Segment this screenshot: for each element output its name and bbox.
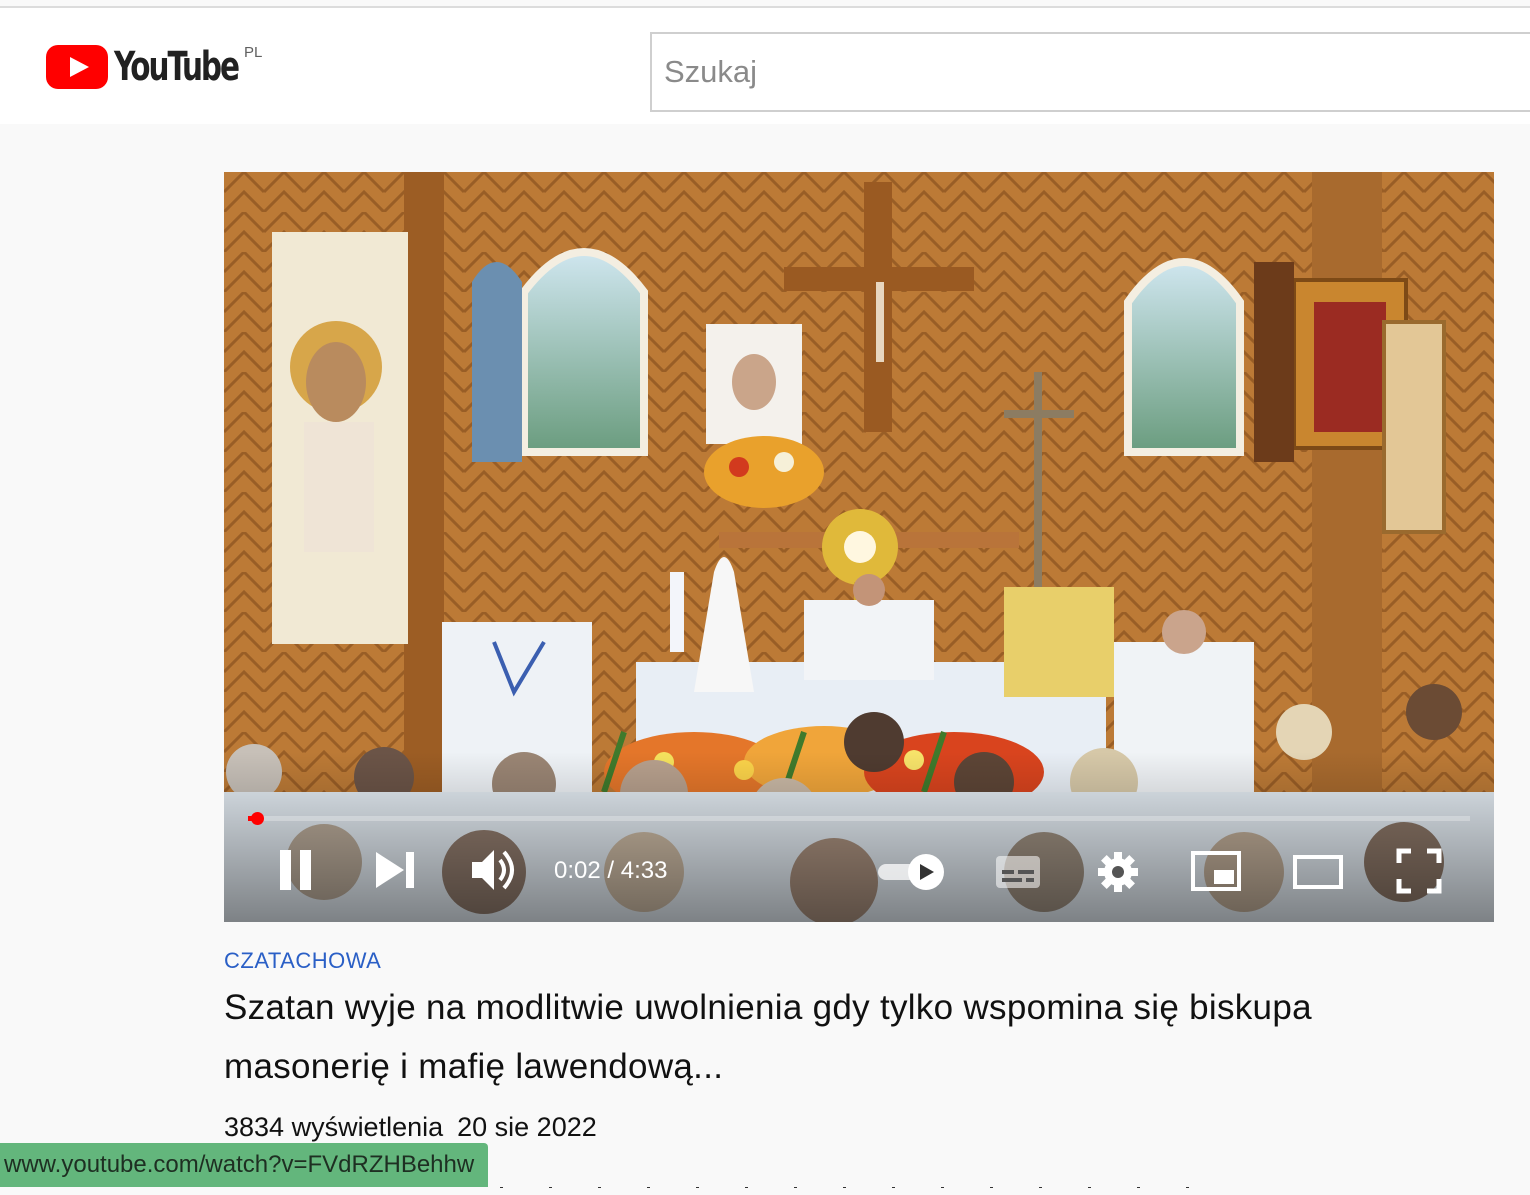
status-bar-url: www.youtube.com/watch?v=FVdRZHBehhw (0, 1143, 489, 1187)
next-button[interactable] (374, 850, 418, 890)
subtitles-icon (996, 856, 1040, 888)
settings-button[interactable] (1096, 850, 1140, 894)
fullscreen-icon (1396, 848, 1442, 894)
next-icon (376, 852, 414, 888)
autoplay-toggle-icon (878, 854, 944, 890)
video-meta: 3834 wyświetlenia 20 sie 2022 (224, 1112, 597, 1143)
search-input[interactable] (652, 34, 1530, 110)
fullscreen-button[interactable] (1396, 848, 1442, 894)
video-title: Szatan wyje na modlitwie uwolnienia gdy … (224, 988, 1312, 1086)
progress-scrubber[interactable] (250, 812, 264, 825)
masthead: YouTube PL (0, 8, 1530, 124)
window-top-edge (0, 0, 1530, 8)
description-row-cut-off (500, 1180, 1400, 1188)
youtube-play-icon (46, 45, 108, 89)
pause-button[interactable] (276, 848, 316, 892)
upload-date: 20 sie 2022 (457, 1112, 597, 1142)
logo-wordmark: YouTube (114, 44, 240, 90)
pause-icon (280, 850, 311, 890)
video-player[interactable]: 0:02 / 4:33 (224, 172, 1494, 922)
youtube-logo[interactable]: YouTube (46, 42, 265, 92)
search-box[interactable] (650, 32, 1530, 112)
volume-button[interactable] (470, 848, 520, 892)
time-display: 0:02 / 4:33 (554, 857, 668, 884)
view-count: 3834 wyświetlenia (224, 1112, 444, 1142)
channel-link[interactable]: CZATACHOWA (224, 948, 381, 974)
autoplay-toggle[interactable] (874, 852, 948, 892)
subtitles-button[interactable] (994, 852, 1042, 892)
theater-mode-icon (1293, 855, 1343, 889)
country-code: PL (244, 44, 263, 61)
progress-bar[interactable] (248, 812, 1470, 825)
settings-gear-icon (1098, 852, 1138, 892)
theater-mode-button[interactable] (1292, 854, 1344, 890)
miniplayer-icon (1191, 851, 1241, 891)
controls-gradient (224, 752, 1494, 922)
volume-icon (472, 850, 514, 890)
miniplayer-button[interactable] (1190, 850, 1242, 892)
